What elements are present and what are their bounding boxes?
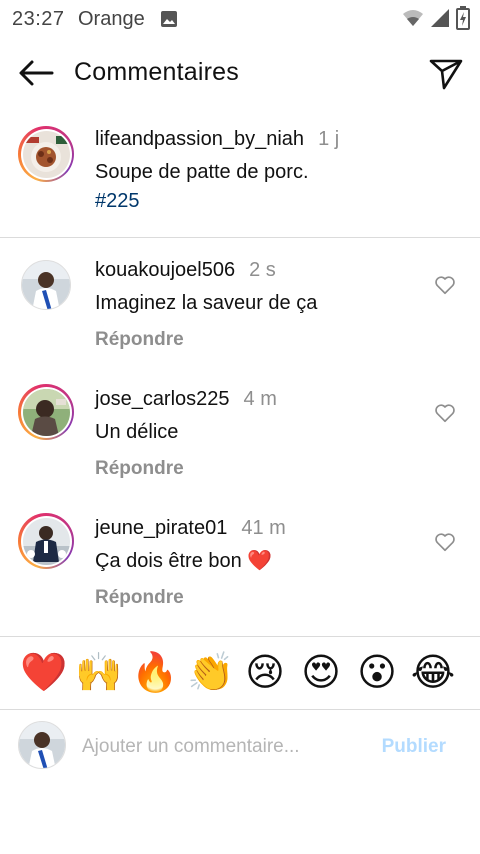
header-bar: Commentaires <box>0 46 480 100</box>
avatar-image <box>19 722 65 768</box>
reaction-heart-eyes-emoji[interactable]: 😍 <box>298 650 344 696</box>
heart-icon[interactable] <box>434 531 456 553</box>
status-bar: 23:27 Orange <box>0 0 480 38</box>
battery-charging-icon <box>456 6 470 35</box>
comment-item: jeune_pirate01 41 m Ça dois être bon ❤️ R… <box>0 513 480 637</box>
reaction-laughing-emoji[interactable]: 😂 <box>410 650 456 696</box>
arrow-left-icon <box>19 60 54 86</box>
avatar-image <box>22 517 70 565</box>
reply-button[interactable]: Répondre <box>95 329 317 351</box>
avatar[interactable] <box>18 513 74 569</box>
gallery-icon <box>160 10 178 33</box>
status-time: 23:27 <box>12 8 65 30</box>
divider <box>0 709 480 710</box>
comment-item: jose_carlos225 4 m Un délice Répondre <box>0 384 480 508</box>
page-title: Commentaires <box>74 58 239 86</box>
reaction-crying-emoji[interactable]: 😢 <box>242 650 288 696</box>
comment-username[interactable]: kouakoujoel506 <box>95 259 235 281</box>
avatar[interactable] <box>18 384 74 440</box>
wifi-icon <box>402 9 424 32</box>
divider <box>0 237 480 238</box>
comment-username[interactable]: jose_carlos225 <box>95 388 230 410</box>
comment-time: 2 s <box>249 259 276 281</box>
publish-button[interactable]: Publier <box>382 736 446 758</box>
heart-icon[interactable] <box>434 274 456 296</box>
comment-composer: Publier <box>0 718 480 778</box>
avatar-image <box>22 130 70 178</box>
comment-item: kouakoujoel506 2 s Imaginez la saveur de … <box>0 259 480 379</box>
comment-time: 41 m <box>241 517 286 539</box>
avatar-image <box>22 388 70 436</box>
comment-text: Imaginez la saveur de ça <box>95 292 318 314</box>
comment-input[interactable] <box>82 734 362 760</box>
reply-button[interactable]: Répondre <box>95 587 286 609</box>
heart-icon[interactable] <box>434 402 456 424</box>
reply-button[interactable]: Répondre <box>95 458 277 480</box>
avatar-image <box>22 261 70 309</box>
comment-time: 4 m <box>243 388 277 410</box>
reaction-surprised-emoji[interactable]: 😮 <box>354 650 400 696</box>
caption-text: Soupe de patte de porc. <box>95 161 309 183</box>
reaction-fire-emoji[interactable]: 🔥 <box>131 650 178 696</box>
comment-username[interactable]: jeune_pirate01 <box>95 517 227 539</box>
signal-icon <box>430 8 450 33</box>
hashtag-link[interactable]: #225 <box>95 190 339 213</box>
caption-username[interactable]: lifeandpassion_by_niah <box>95 128 304 150</box>
comment-text: Un délice <box>95 421 179 443</box>
caption-time: 1 j <box>318 128 340 150</box>
avatar[interactable] <box>18 126 74 182</box>
send-button[interactable] <box>426 54 466 94</box>
avatar <box>18 721 66 769</box>
avatar[interactable] <box>21 260 71 310</box>
quick-reaction-bar: ❤️ 🙌 🔥 👏 😢 😍 😮 😂 <box>0 650 480 700</box>
reaction-heart-emoji[interactable]: ❤️ <box>20 650 67 696</box>
reaction-raised-hands-emoji[interactable]: 🙌 <box>75 650 122 696</box>
divider <box>0 636 480 637</box>
comment-text: Ça dois être bon ❤️ <box>95 550 273 572</box>
reaction-clapping-emoji[interactable]: 👏 <box>187 650 234 696</box>
paper-plane-icon <box>429 59 463 90</box>
status-carrier: Orange <box>78 8 145 30</box>
back-button[interactable] <box>16 56 56 90</box>
